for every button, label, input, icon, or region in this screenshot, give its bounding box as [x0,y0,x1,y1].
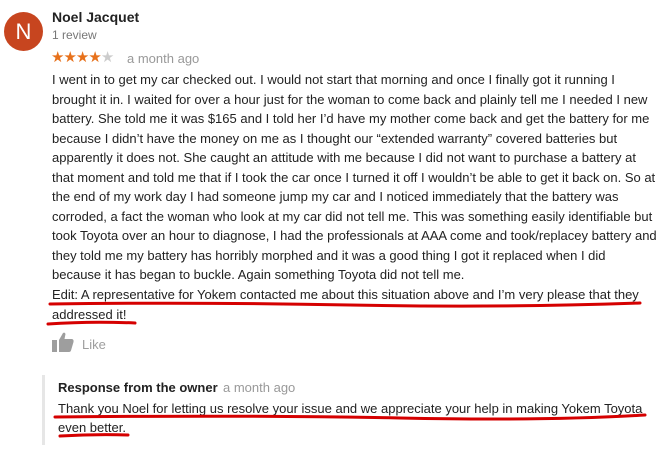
review-edit-text: Edit: A representative for Yokem contact… [52,287,639,322]
review-date: a month ago [127,51,200,66]
avatar-letter: N [15,19,32,44]
star-filled-icon: ★ [88,49,101,66]
owner-response-text: Thank you Noel for letting us resolve yo… [58,401,643,435]
avatar[interactable]: N [4,12,43,51]
star-filled-icon: ★ [63,49,76,66]
star-rating: ★★★★★ [51,49,114,66]
owner-response-title: Response from the owner [58,380,218,395]
owner-response: Response from the owner a month ago Than… [42,375,660,445]
thumbs-up-icon [52,332,74,357]
owner-response-date: a month ago [223,380,296,395]
like-label: Like [82,336,106,352]
review-count: 1 review [52,28,97,42]
like-button[interactable]: Like [52,332,106,357]
reviewer-name[interactable]: Noel Jacquet [52,9,139,25]
review-body: I went in to get my car checked out. I w… [52,72,657,282]
review-text: I went in to get my car checked out. I w… [52,70,658,285]
star-empty-icon: ★ [100,49,114,66]
star-filled-icon: ★ [75,49,89,66]
star-filled-icon: ★ [51,49,64,66]
